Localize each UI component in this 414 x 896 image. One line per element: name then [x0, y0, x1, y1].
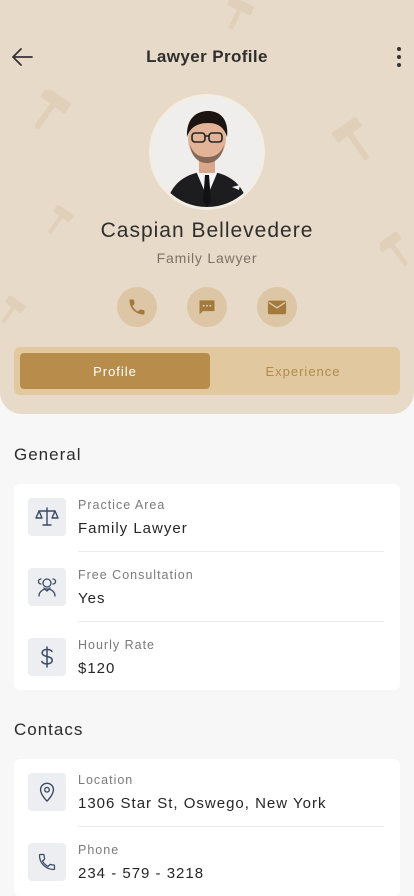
consultation-icon [37, 578, 57, 597]
tab-experience[interactable]: Experience [208, 353, 398, 389]
info-label: Phone [78, 843, 120, 857]
info-row-phone[interactable]: Phone 234 - 579 - 3218 [14, 829, 400, 896]
info-value: 234 - 579 - 3218 [78, 865, 205, 882]
location-pin-icon [39, 782, 55, 802]
info-label: Location [78, 773, 134, 787]
message-button[interactable] [187, 287, 227, 327]
contact-actions [117, 287, 297, 327]
gavel-watermark-icon [34, 90, 71, 130]
top-bar: Lawyer Profile [0, 36, 414, 80]
general-section-title: General [14, 445, 82, 464]
icon-box [28, 843, 66, 881]
mail-icon [267, 300, 287, 315]
info-row-location[interactable]: Location 1306 Star St, Oswego, New York [14, 759, 400, 829]
info-value: 1306 Star St, Oswego, New York [78, 795, 327, 812]
info-label: Free Consultation [78, 568, 194, 582]
icon-box [28, 568, 66, 606]
contacts-section-title: Contacs [14, 720, 84, 739]
gavel-watermark-icon [227, 0, 255, 30]
more-menu-button[interactable] [390, 44, 408, 70]
info-row-free-consultation: Free Consultation Yes [14, 554, 400, 624]
tab-profile[interactable]: Profile [20, 353, 210, 389]
info-value: Yes [78, 590, 106, 607]
icon-box [28, 638, 66, 676]
lawyer-portrait [152, 97, 262, 207]
avatar [152, 97, 262, 207]
lawyer-name: Caspian Bellevedere [100, 219, 314, 242]
gavel-watermark-icon [1, 296, 26, 324]
info-value: $120 [78, 660, 116, 677]
scales-icon [35, 507, 59, 526]
call-button[interactable] [117, 287, 157, 327]
message-icon [199, 300, 215, 315]
phone-icon [129, 299, 145, 315]
info-label: Practice Area [78, 498, 166, 512]
icon-box [28, 773, 66, 811]
email-button[interactable] [257, 287, 297, 327]
divider [78, 551, 384, 552]
profile-header: Lawyer Profile Caspian Bellevedere Famil… [0, 0, 414, 414]
phone-icon [38, 853, 56, 871]
info-row-practice-area: Practice Area Family Lawyer [14, 484, 400, 554]
page-title: Lawyer Profile [146, 47, 268, 66]
lawyer-role: Family Lawyer [156, 250, 258, 266]
dollar-icon [41, 646, 53, 668]
info-value: Family Lawyer [78, 520, 188, 537]
profile-tabs: Profile Experience [14, 347, 400, 395]
divider [78, 621, 384, 622]
icon-box [28, 498, 66, 536]
general-card: Practice Area Family Lawyer Free Consult… [14, 484, 400, 690]
gavel-watermark-icon [331, 117, 370, 161]
contacts-card: Location 1306 Star St, Oswego, New York … [14, 759, 400, 896]
more-vertical-icon [397, 47, 401, 67]
divider [78, 826, 384, 827]
info-label: Hourly Rate [78, 638, 155, 652]
info-row-hourly-rate: Hourly Rate $120 [14, 624, 400, 694]
